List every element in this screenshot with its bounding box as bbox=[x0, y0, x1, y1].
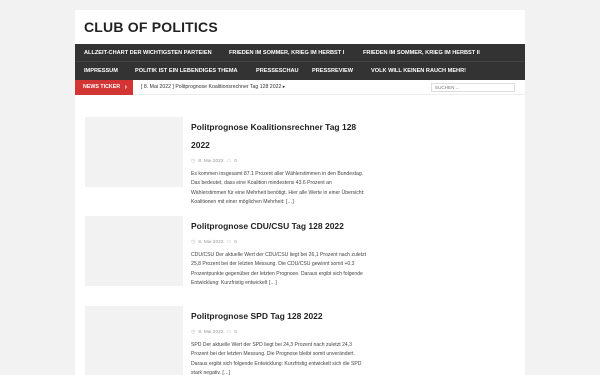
nav-row-2: IMPRESSUM POLITIK IST EIN LEBENDIGES THE… bbox=[75, 62, 525, 80]
nav-item-pressreview[interactable]: PRESSREVIEW bbox=[312, 62, 353, 80]
article-body: Politprognose CDU/CSU Tag 128 2022 ◷ 8. … bbox=[191, 216, 367, 289]
article-excerpt-text: CDU/CSU Der aktuelle Wert der CDU/CSU li… bbox=[191, 252, 367, 287]
article-thumbnail[interactable] bbox=[85, 216, 183, 286]
article-date: 8. Mai 2022 bbox=[198, 329, 224, 335]
nav-row-1: ALLZEIT-CHART DER WICHTIGSTEN PARTEIEN F… bbox=[75, 44, 525, 62]
article-meta: ◷ 8. Mai 2022 ▭ 0 bbox=[191, 239, 367, 245]
article-comments[interactable]: 0 bbox=[234, 330, 237, 335]
nav-item-politik[interactable]: POLITIK IST EIN LEBENDIGES THEMA bbox=[135, 62, 238, 80]
clock-icon: ◷ bbox=[191, 329, 196, 335]
clock-icon: ◷ bbox=[191, 158, 196, 164]
read-more-link[interactable]: […] bbox=[269, 280, 277, 286]
nav-item-frieden-ii[interactable]: FRIEDEN IM SOMMER, KRIEG IM HERBST II bbox=[363, 44, 480, 62]
nav-item-impressum[interactable]: IMPRESSUM bbox=[84, 62, 118, 80]
ticker-headline[interactable]: [ 8. Mai 2022 ] Politprognose Koalitions… bbox=[141, 80, 285, 95]
article-thumbnail[interactable] bbox=[85, 306, 183, 375]
nav-item-presseschau[interactable]: PRESSESCHAU bbox=[256, 62, 299, 80]
comment-icon: ▭ bbox=[226, 158, 232, 164]
article-comments[interactable]: 0 bbox=[234, 159, 237, 164]
read-more-link[interactable]: […] bbox=[222, 370, 230, 375]
nav-item-volk[interactable]: VOLK WILL KEINEN RAUCH MEHR! bbox=[371, 62, 466, 80]
chevron-right-icon: › bbox=[124, 84, 127, 91]
ticker-label: NEWS TICKER › bbox=[75, 80, 133, 95]
comment-icon: ▭ bbox=[226, 329, 232, 335]
article-excerpt-text: Es kommen insgesamt 87.1 Prozent aller W… bbox=[191, 171, 365, 206]
nav-item-allzeit-chart[interactable]: ALLZEIT-CHART DER WICHTIGSTEN PARTEIEN bbox=[84, 44, 212, 62]
article-excerpt: CDU/CSU Der aktuelle Wert der CDU/CSU li… bbox=[191, 251, 367, 289]
article-comments[interactable]: 0 bbox=[234, 240, 237, 245]
site-title[interactable]: CLUB OF POLITICS bbox=[84, 19, 218, 35]
news-ticker: NEWS TICKER › [ 8. Mai 2022 ] Politprogn… bbox=[75, 80, 525, 95]
article-body: Politprognose SPD Tag 128 2022 ◷ 8. Mai … bbox=[191, 306, 367, 375]
article-meta: ◷ 8. Mai 2022 ▭ 0 bbox=[191, 158, 367, 164]
article-excerpt: Es kommen insgesamt 87.1 Prozent aller W… bbox=[191, 170, 367, 208]
article-title[interactable]: Politprognose CDU/CSU Tag 128 2022 bbox=[191, 221, 344, 231]
article-date: 8. Mai 2022 bbox=[198, 158, 224, 164]
article-title[interactable]: Politprognose Koalitionsrechner Tag 128 … bbox=[191, 122, 356, 150]
article-date: 8. Mai 2022 bbox=[198, 239, 224, 245]
article-meta: ◷ 8. Mai 2022 ▭ 0 bbox=[191, 329, 367, 335]
search-input[interactable] bbox=[431, 83, 515, 92]
clock-icon: ◷ bbox=[191, 239, 196, 245]
article-title[interactable]: Politprognose SPD Tag 128 2022 bbox=[191, 311, 323, 321]
article-excerpt: SPD Der aktuelle Wert der SPD liegt bei … bbox=[191, 341, 367, 375]
ticker-label-text: NEWS TICKER bbox=[83, 84, 121, 90]
article-body: Politprognose Koalitionsrechner Tag 128 … bbox=[191, 117, 367, 208]
main-nav: ALLZEIT-CHART DER WICHTIGSTEN PARTEIEN F… bbox=[75, 44, 525, 80]
read-more-link[interactable]: […] bbox=[286, 199, 294, 205]
article-excerpt-text: SPD Der aktuelle Wert der SPD liegt bei … bbox=[191, 342, 362, 375]
page: CLUB OF POLITICS ALLZEIT-CHART DER WICHT… bbox=[75, 10, 525, 375]
nav-item-frieden-i[interactable]: FRIEDEN IM SOMMER, KRIEG IM HERBST I bbox=[229, 44, 344, 62]
article-thumbnail[interactable] bbox=[85, 117, 183, 187]
comment-icon: ▭ bbox=[226, 239, 232, 245]
site-header: CLUB OF POLITICS bbox=[75, 10, 525, 44]
